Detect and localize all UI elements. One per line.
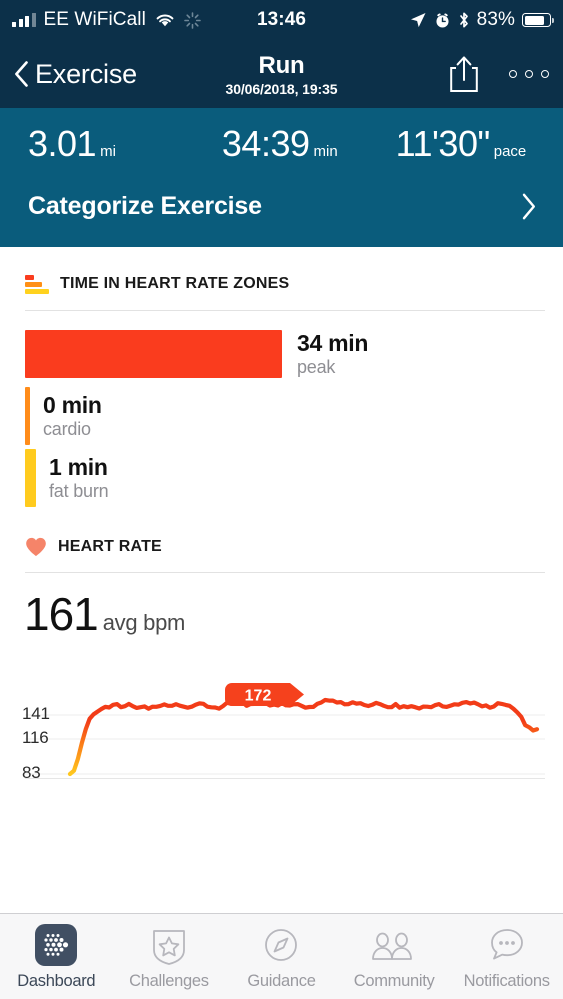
tab-challenges[interactable]: Challenges — [113, 923, 226, 991]
chevron-left-icon — [15, 61, 28, 87]
chevron-right-icon — [522, 193, 535, 220]
heart-rate-zones-list: 34 min peak 0 min cardio 1 min fat burn — [0, 311, 563, 507]
stat-duration: 34:39 min — [222, 126, 338, 162]
avg-heart-rate-label: avg bpm — [102, 610, 186, 635]
chart-bottom-rule — [25, 778, 545, 779]
avg-heart-rate-value: 161 — [24, 588, 99, 640]
people-icon — [371, 923, 417, 967]
svg-text:172: 172 — [245, 688, 272, 705]
stat-pace-value: 11'30" — [395, 123, 491, 164]
back-button[interactable]: Exercise — [14, 59, 137, 90]
tab-dashboard[interactable]: Dashboard — [0, 923, 113, 991]
stat-pace-unit: pace — [493, 143, 527, 160]
zone-bar-peak — [25, 330, 282, 378]
zone-name-peak: peak — [297, 356, 336, 377]
stat-distance-unit: mi — [100, 143, 116, 160]
heart-rate-line — [67, 697, 540, 777]
peak-callout: 172 — [225, 683, 304, 706]
status-bar: EE WiFiCall 13:46 83% — [0, 0, 563, 40]
more-options-icon[interactable] — [509, 70, 549, 78]
zone-name-cardio: cardio — [43, 418, 91, 439]
tab-community[interactable]: Community — [338, 923, 451, 991]
tab-challenges-label: Challenges — [129, 972, 209, 990]
heart-rate-chart: 172 141 116 83 — [0, 661, 563, 782]
zone-row-cardio: 0 min cardio — [25, 387, 563, 445]
chat-bubble-icon — [486, 923, 528, 967]
y-axis-tick-141: 141 — [22, 704, 50, 723]
status-bar-right: 83% — [409, 9, 555, 31]
activity-spinner-icon — [184, 11, 201, 29]
alarm-clock-icon — [436, 12, 449, 27]
nav-actions — [449, 55, 549, 93]
y-axis-tick-83: 83 — [22, 763, 41, 782]
stat-pace: 11'30" pace — [396, 126, 527, 162]
page-title: Run — [258, 51, 305, 79]
star-shield-icon — [149, 923, 189, 967]
heart-icon — [26, 537, 46, 557]
tab-guidance-label: Guidance — [247, 972, 316, 990]
tab-notifications-label: Notifications — [463, 972, 550, 990]
stat-duration-value: 34:39 — [221, 123, 310, 164]
categorize-exercise-row[interactable]: Categorize Exercise — [0, 162, 563, 247]
more-dot — [541, 70, 549, 78]
tab-dashboard-label: Dashboard — [17, 972, 96, 990]
heart-rate-zones-icon — [25, 273, 49, 295]
avg-heart-rate-block: 161 avg bpm — [0, 573, 563, 637]
stat-duration-unit: min — [313, 143, 338, 160]
location-arrow-icon — [410, 13, 426, 28]
zone-row-peak: 34 min peak — [25, 330, 563, 378]
zone-text-cardio: 0 min cardio — [30, 387, 102, 445]
y-axis-tick-116: 116 — [22, 728, 49, 747]
battery-icon — [522, 13, 555, 27]
zone-value-peak: 34 min — [297, 329, 369, 356]
zone-bar-fat-burn — [25, 449, 36, 507]
page-subtitle: 30/06/2018, 19:35 — [225, 80, 338, 97]
share-icon[interactable] — [449, 55, 479, 93]
back-button-label: Exercise — [35, 58, 137, 89]
tab-bar: Dashboard Challenges Guidance Community … — [0, 913, 563, 999]
stat-distance-value: 3.01 — [28, 123, 97, 164]
compass-icon — [261, 923, 301, 967]
dashboard-dots-icon — [35, 923, 78, 967]
signal-bars-icon — [12, 13, 36, 27]
more-dot — [525, 70, 533, 78]
categorize-exercise-label: Categorize Exercise — [28, 192, 262, 220]
zone-row-fat-burn: 1 min fat burn — [25, 449, 563, 507]
zones-section-title: TIME IN HEART RATE ZONES — [60, 275, 290, 292]
zone-value-cardio: 0 min — [43, 391, 102, 418]
tab-guidance[interactable]: Guidance — [225, 923, 338, 991]
summary-stats-row: 3.01 mi 34:39 min 11'30" pace — [0, 126, 563, 162]
nav-bar: Exercise Run 30/06/2018, 19:35 — [0, 40, 563, 108]
zone-text-peak: 34 min peak — [282, 330, 368, 378]
content-area: TIME IN HEART RATE ZONES 34 min peak 0 m… — [0, 247, 563, 913]
zone-text-fat-burn: 1 min fat burn — [36, 449, 109, 507]
battery-percent-label: 83% — [476, 9, 515, 30]
carrier-label: EE WiFiCall — [43, 9, 146, 30]
chart-gridlines — [25, 714, 545, 775]
heart-rate-section-title: HEART RATE — [58, 538, 162, 555]
summary-stats-band: 3.01 mi 34:39 min 11'30" pace Categorize… — [0, 108, 563, 247]
more-dot — [509, 70, 517, 78]
heart-rate-section-header: HEART RATE — [0, 507, 563, 557]
wifi-icon — [156, 14, 174, 27]
zone-name-fat-burn: fat burn — [49, 480, 109, 501]
status-bar-left: EE WiFiCall — [12, 9, 201, 31]
zone-value-fat-burn: 1 min — [49, 453, 108, 480]
bluetooth-icon — [459, 12, 468, 28]
heart-rate-chart-svg: 172 — [25, 683, 545, 777]
zones-section-header: TIME IN HEART RATE ZONES — [0, 247, 563, 295]
tab-community-label: Community — [353, 972, 435, 990]
app-root: EE WiFiCall 13:46 83% Exercise Run 30/06… — [0, 0, 563, 999]
tab-notifications[interactable]: Notifications — [450, 923, 563, 991]
stat-distance: 3.01 mi — [28, 126, 116, 162]
